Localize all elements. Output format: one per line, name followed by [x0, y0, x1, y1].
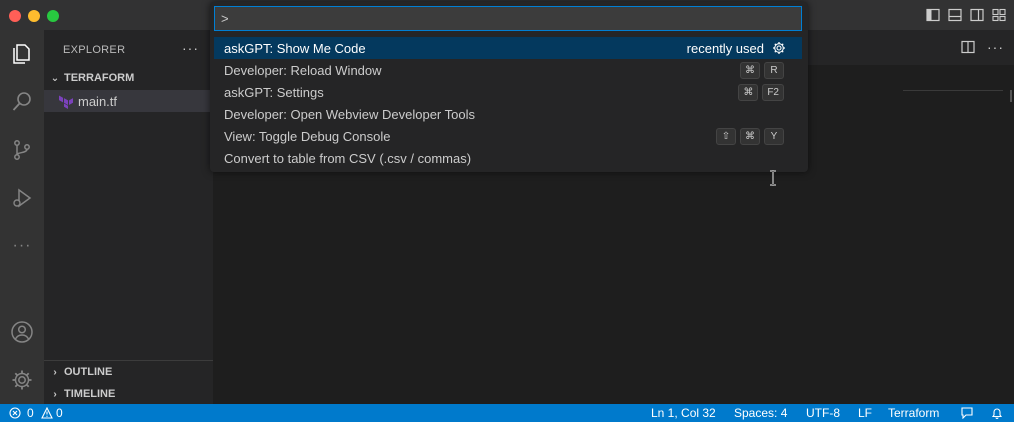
warning-count[interactable]: 0 — [56, 406, 63, 420]
explorer-sidebar: EXPLORER ··· ⌄ TERRAFORM main.tf › OUTLI… — [44, 30, 213, 404]
source-control-activity[interactable] — [6, 134, 38, 166]
command-palette: askGPT: Show Me Code recently used Devel… — [210, 2, 808, 172]
language-mode[interactable]: Terraform — [888, 406, 939, 420]
search-activity[interactable] — [6, 86, 38, 118]
editor-ruler — [903, 90, 1003, 91]
keybinding-key: ⇧ — [716, 127, 736, 145]
keybinding-key: ⌘ — [738, 83, 759, 101]
file-item-main-tf[interactable]: main.tf — [44, 90, 213, 112]
command-item[interactable]: askGPT: Show Me Code recently used — [214, 37, 802, 59]
chevron-right-icon: › — [53, 366, 57, 378]
command-item[interactable]: Developer: Reload Window ⌘ R — [214, 59, 802, 81]
customize-layout-icon[interactable] — [992, 8, 1006, 22]
folder-section-terraform[interactable]: ⌄ TERRAFORM — [44, 67, 213, 89]
timeline-section[interactable]: › TIMELINE — [44, 383, 213, 405]
command-label: askGPT: Settings — [224, 84, 324, 100]
command-palette-input[interactable] — [214, 6, 802, 31]
configure-keybinding-gear-icon[interactable] — [772, 41, 786, 55]
command-item[interactable]: Developer: Open Webview Developer Tools — [214, 103, 802, 125]
manage-gear-icon — [12, 370, 32, 390]
manage-activity[interactable] — [6, 364, 38, 396]
keybinding-key: ⌘ — [740, 127, 760, 145]
explorer-title: EXPLORER — [63, 44, 126, 56]
outline-section[interactable]: › OUTLINE — [44, 361, 213, 383]
text-cursor-icon — [770, 170, 776, 186]
search-icon — [12, 92, 31, 111]
explorer-activity[interactable] — [6, 38, 38, 70]
command-item[interactable]: View: Toggle Debug Console ⇧ ⌘ Y — [214, 125, 802, 147]
keybinding-key: ⌘ — [740, 61, 760, 79]
timeline-label: TIMELINE — [64, 388, 116, 400]
command-item[interactable]: askGPT: Settings ⌘ F2 — [214, 81, 802, 103]
toggle-secondary-sidebar-icon[interactable] — [970, 8, 984, 22]
chevron-right-icon: › — [53, 388, 57, 400]
chevron-down-icon: ⌄ — [50, 72, 60, 84]
command-item[interactable]: Convert to table from CSV (.csv / commas… — [214, 147, 802, 169]
indentation[interactable]: Spaces: 4 — [734, 406, 787, 420]
command-label: View: Toggle Debug Console — [224, 128, 391, 144]
accounts-activity[interactable] — [6, 316, 38, 348]
terraform-file-icon — [59, 95, 73, 109]
split-editor-icon[interactable] — [961, 40, 975, 54]
keybinding-key: Y — [764, 127, 784, 145]
keybinding-key: R — [764, 61, 784, 79]
toggle-panel-icon[interactable] — [948, 8, 962, 22]
toggle-primary-sidebar-icon[interactable] — [926, 8, 940, 22]
files-icon — [13, 44, 30, 64]
end-of-line[interactable]: LF — [858, 406, 872, 420]
notifications-bell-icon[interactable] — [991, 407, 1003, 419]
cursor-position[interactable]: Ln 1, Col 32 — [651, 406, 716, 420]
minimize-window-button[interactable] — [28, 10, 40, 22]
folder-name: TERRAFORM — [64, 72, 135, 84]
maximize-window-button[interactable] — [47, 10, 59, 22]
scrollbar-marker — [1010, 90, 1012, 102]
run-debug-activity[interactable] — [6, 182, 38, 214]
error-icon[interactable] — [9, 407, 21, 419]
warning-icon[interactable] — [41, 407, 53, 419]
error-count[interactable]: 0 — [27, 406, 34, 420]
feedback-icon[interactable] — [961, 407, 973, 419]
recently-used-label: recently used — [686, 40, 764, 56]
close-window-button[interactable] — [9, 10, 21, 22]
command-label: Convert to table from CSV (.csv / commas… — [224, 150, 472, 166]
run-debug-icon — [13, 188, 32, 208]
command-label: Developer: Reload Window — [224, 62, 382, 78]
status-bar: 0 0 Ln 1, Col 32 Spaces: 4 UTF-8 LF Terr… — [0, 404, 1014, 422]
file-name: main.tf — [78, 93, 118, 109]
account-icon — [11, 321, 33, 343]
layout-controls — [926, 8, 1006, 22]
keybinding-key: F2 — [762, 83, 784, 101]
command-label: askGPT: Show Me Code — [224, 40, 366, 56]
more-icon[interactable]: ··· — [6, 230, 38, 262]
editor-more-actions-icon[interactable]: ··· — [987, 40, 1004, 54]
command-label: Developer: Open Webview Developer Tools — [224, 106, 475, 122]
source-control-icon — [14, 140, 30, 160]
outline-label: OUTLINE — [64, 366, 113, 378]
explorer-more-actions-icon[interactable]: ··· — [182, 40, 199, 56]
encoding[interactable]: UTF-8 — [806, 406, 840, 420]
activity-bar: ··· — [0, 30, 44, 404]
editor-actions: ··· — [961, 40, 1004, 54]
